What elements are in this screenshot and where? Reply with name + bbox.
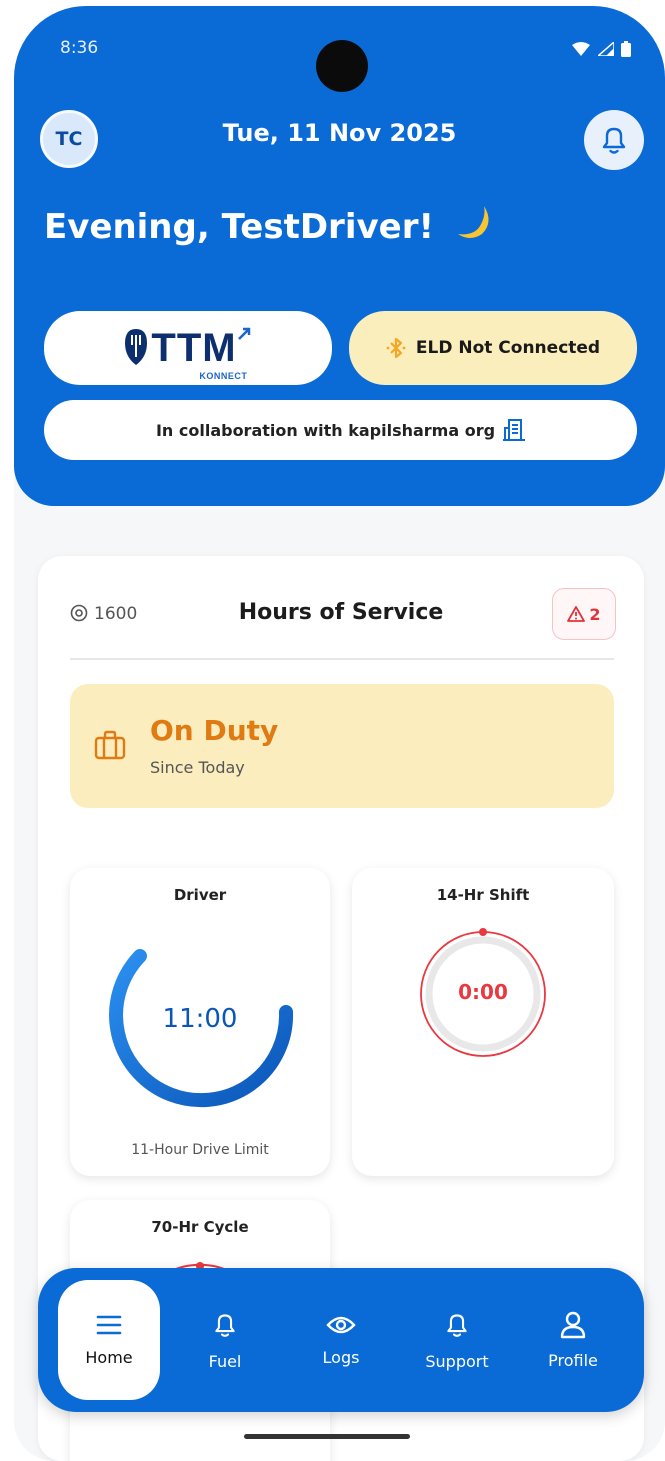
eld-status-text: ELD Not Connected <box>415 338 601 358</box>
nav-logs[interactable]: Logs <box>290 1280 392 1400</box>
shift-time: 0:00 <box>458 980 508 1004</box>
logo-arrow-icon <box>237 327 250 340</box>
nav-fuel[interactable]: Fuel <box>174 1280 276 1400</box>
ttm-konnect-logo-card: TTM KONNECT <box>44 311 332 385</box>
status-time: 8:36 <box>60 38 99 58</box>
alert-count: 2 <box>589 604 601 624</box>
moon-icon <box>457 206 489 238</box>
collaboration-text: In collaboration with kapilsharma org <box>155 420 496 440</box>
logo-text: TTM <box>151 326 237 370</box>
home-indicator[interactable] <box>244 1434 410 1439</box>
violations-badge[interactable]: 2 <box>552 588 616 640</box>
nav-home[interactable]: Home <box>58 1280 160 1400</box>
page-date: Tue, 11 Nov 2025 <box>222 119 457 147</box>
bottom-nav: Home Fuel Logs Support Profile <box>38 1268 644 1412</box>
menu-icon <box>96 1315 122 1334</box>
driver-limit-label: 11-Hour Drive Limit <box>131 1142 269 1158</box>
nav-profile[interactable]: Profile <box>522 1280 624 1400</box>
nav-home-label: Home <box>85 1347 133 1367</box>
eld-status-button[interactable]: ELD Not Connected <box>349 311 637 385</box>
building-icon <box>503 419 526 441</box>
bell-icon <box>447 1313 467 1337</box>
signal-icon <box>595 40 615 57</box>
driver-time: 11:00 <box>162 1004 238 1034</box>
nav-logs-label: Logs <box>322 1347 360 1367</box>
collaboration-banner: In collaboration with kapilsharma org <box>44 400 637 460</box>
battery-icon <box>621 41 631 57</box>
duty-status-card[interactable]: On Duty Since Today <box>70 684 614 808</box>
nav-profile-label: Profile <box>548 1350 598 1370</box>
status-icons <box>572 39 631 59</box>
duty-since: Since Today <box>150 758 245 777</box>
briefcase-icon <box>94 730 126 760</box>
shift-tile[interactable]: 14-Hr Shift 0:00 <box>352 868 614 1176</box>
nav-support[interactable]: Support <box>406 1280 508 1400</box>
eye-icon <box>326 1316 356 1333</box>
camera-cutout <box>316 40 368 92</box>
notifications-button[interactable] <box>584 110 644 170</box>
driver-tile[interactable]: Driver 11:00 11-Hour Drive Limit <box>70 868 330 1176</box>
greeting-text: Evening, TestDriver! <box>44 207 434 247</box>
nav-support-label: Support <box>425 1351 489 1371</box>
greeting: Evening, TestDriver! <box>44 202 498 247</box>
shift-gauge <box>420 928 546 1057</box>
header: 8:36 TC Tue, 11 Nov 2025 Evening, TestDr… <box>14 6 665 506</box>
fork-logo-icon <box>125 329 148 365</box>
logo-subtext: KONNECT <box>199 371 248 381</box>
nav-fuel-label: Fuel <box>208 1351 242 1371</box>
wifi-icon <box>572 42 591 56</box>
bell-icon <box>215 1313 235 1337</box>
ttm-logo: TTM KONNECT <box>123 325 252 381</box>
bell-icon <box>602 127 626 154</box>
bluetooth-icon <box>386 337 406 359</box>
person-icon <box>560 1311 586 1338</box>
shift-gauge-dot <box>479 928 487 936</box>
warning-icon <box>567 606 586 622</box>
phone-screen: 8:36 TC Tue, 11 Nov 2025 Evening, TestDr… <box>14 6 665 1461</box>
duty-status: On Duty <box>150 714 279 747</box>
divider <box>70 658 614 660</box>
